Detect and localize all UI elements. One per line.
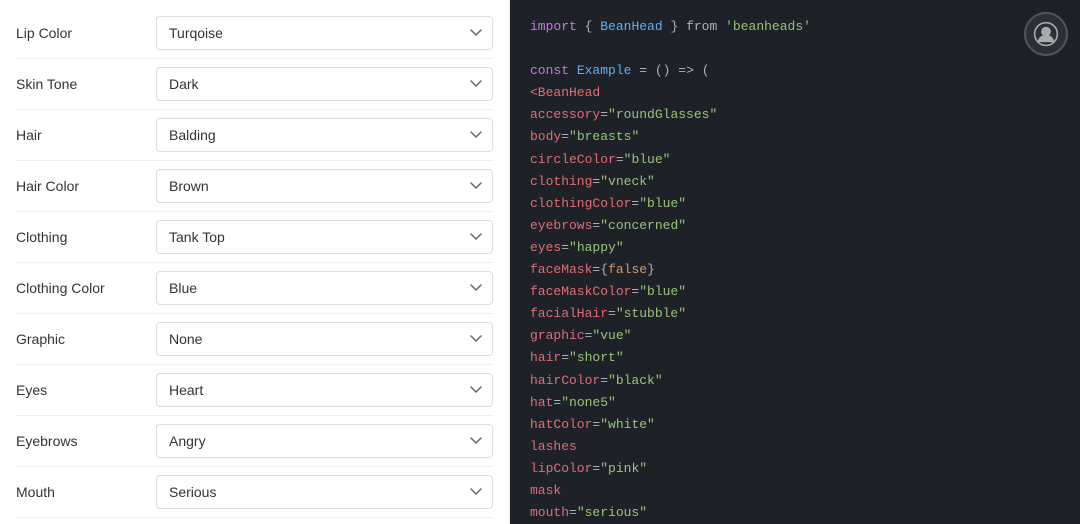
select-graphic[interactable]: NoneVueReactGatsby: [156, 322, 493, 356]
form-row: HairBaldingShortLongCurlyBun: [16, 110, 493, 161]
form-row: Lip ColorTurqoisePinkRedPurpleBlue: [16, 8, 493, 59]
form-row: GraphicNoneVueReactGatsby: [16, 314, 493, 365]
select-lip-color[interactable]: TurqoisePinkRedPurpleBlue: [156, 16, 493, 50]
form-label-eyebrows: Eyebrows: [16, 433, 156, 449]
select-hair-color[interactable]: BrownBlackBlondeRedWhite: [156, 169, 493, 203]
select-skin-tone[interactable]: DarkLightMediumPale: [156, 67, 493, 101]
select-hair[interactable]: BaldingShortLongCurlyBun: [156, 118, 493, 152]
form-label-eyes: Eyes: [16, 382, 156, 398]
form-label-clothing-color: Clothing Color: [16, 280, 156, 296]
form-row: Skin ToneDarkLightMediumPale: [16, 59, 493, 110]
form-label-hair: Hair: [16, 127, 156, 143]
form-label-hair-color: Hair Color: [16, 178, 156, 194]
form-label-lip-color: Lip Color: [16, 25, 156, 41]
form-row: EyebrowsAngryConcernedDefaultRaised: [16, 416, 493, 467]
form-row: Facial HairNone 2StubbleBeardMustache: [16, 518, 493, 524]
select-mouth[interactable]: SeriousHappySadOpen: [156, 475, 493, 509]
form-row: Hair ColorBrownBlackBlondeRedWhite: [16, 161, 493, 212]
form-panel: Lip ColorTurqoisePinkRedPurpleBlueSkin T…: [0, 0, 510, 524]
form-row: Clothing ColorBlueRedGreenBlackWhite: [16, 263, 493, 314]
form-row: MouthSeriousHappySadOpen: [16, 467, 493, 518]
form-label-clothing: Clothing: [16, 229, 156, 245]
select-clothing-color[interactable]: BlueRedGreenBlackWhite: [156, 271, 493, 305]
form-label-mouth: Mouth: [16, 484, 156, 500]
form-row: ClothingTank TopVneckShirtDress: [16, 212, 493, 263]
form-label-graphic: Graphic: [16, 331, 156, 347]
code-display: import { BeanHead } from 'beanheads'cons…: [530, 16, 1060, 524]
select-eyebrows[interactable]: AngryConcernedDefaultRaised: [156, 424, 493, 458]
beanhead-icon[interactable]: [1024, 12, 1068, 56]
form-row: EyesHeartHappySadWinkSquint: [16, 365, 493, 416]
select-eyes[interactable]: HeartHappySadWinkSquint: [156, 373, 493, 407]
select-clothing[interactable]: Tank TopVneckShirtDress: [156, 220, 493, 254]
form-label-skin-tone: Skin Tone: [16, 76, 156, 92]
code-panel: import { BeanHead } from 'beanheads'cons…: [510, 0, 1080, 524]
